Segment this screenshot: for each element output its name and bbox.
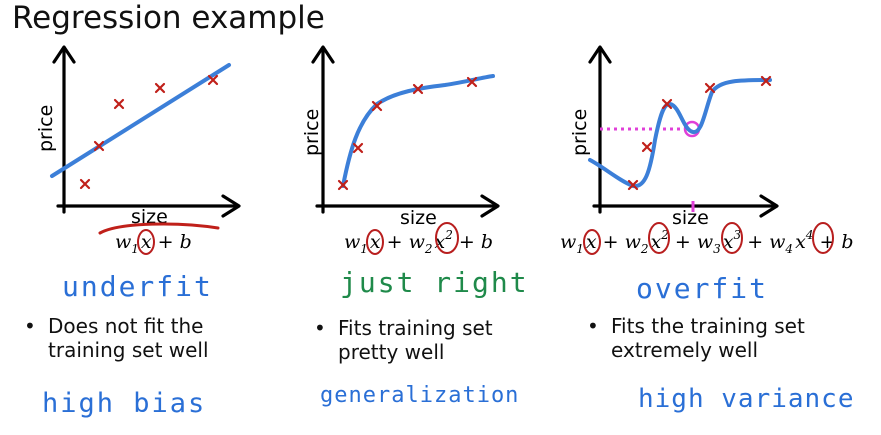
fit-line-underfit <box>50 63 231 178</box>
axes-just-right <box>311 45 500 218</box>
data-points-underfit <box>79 74 219 190</box>
description-line: pretty well <box>338 340 445 364</box>
fit-curve-just-right <box>341 74 495 188</box>
description-underfit: • Does not fit the training set well <box>24 314 209 362</box>
fit-label-overfit: overfit <box>636 272 769 305</box>
diagnosis-overfit: high variance <box>638 384 855 414</box>
description-line: Does not fit the <box>48 314 204 338</box>
description-overfit: • Fits the training set extremely well <box>587 314 805 362</box>
regression-figure: price size w1 x + b price size w1 x + w2… <box>35 45 854 256</box>
x-marker-icon <box>79 178 91 190</box>
bullet-icon: • <box>24 314 36 338</box>
bullet-icon: • <box>587 314 599 338</box>
description-just-right: • Fits training set pretty well <box>314 316 493 364</box>
formula-overfit: w1 x + w2 x2 + w3 x3 + w4 x4 + b <box>560 228 854 256</box>
x-marker-icon <box>154 82 166 94</box>
axes-underfit <box>52 45 241 218</box>
description-line: extremely well <box>611 338 759 362</box>
ylabel-just-right: price <box>301 109 323 156</box>
x-marker-icon <box>113 98 125 110</box>
panel-just-right: price size w1 x + w2 x2 + b <box>301 45 500 256</box>
ylabel-underfit: price <box>35 105 57 152</box>
x-marker-icon <box>641 141 653 153</box>
xlabel-overfit: size <box>672 207 709 229</box>
fit-label-underfit: underfit <box>62 270 213 303</box>
fit-label-just-right: just right <box>340 266 529 299</box>
description-line: training set well <box>48 338 209 362</box>
axes-overfit <box>588 45 779 218</box>
data-points-overfit <box>627 75 772 191</box>
panel-overfit: price size w1 x + w2 x2 + w3 x3 + w4 x4 + b <box>560 45 854 256</box>
x-marker-icon <box>352 142 364 154</box>
bullet-icon: • <box>314 316 326 340</box>
diagnosis-just-right: generalization <box>320 383 520 408</box>
description-line: Fits the training set <box>611 314 805 338</box>
diagnosis-underfit: high bias <box>42 388 207 419</box>
ylabel-overfit: price <box>569 109 591 156</box>
panel-underfit: price size w1 x + b <box>35 45 241 256</box>
fit-curve-overfit <box>588 78 772 189</box>
xlabel-just-right: size <box>400 207 437 229</box>
description-line: Fits training set <box>338 316 493 340</box>
